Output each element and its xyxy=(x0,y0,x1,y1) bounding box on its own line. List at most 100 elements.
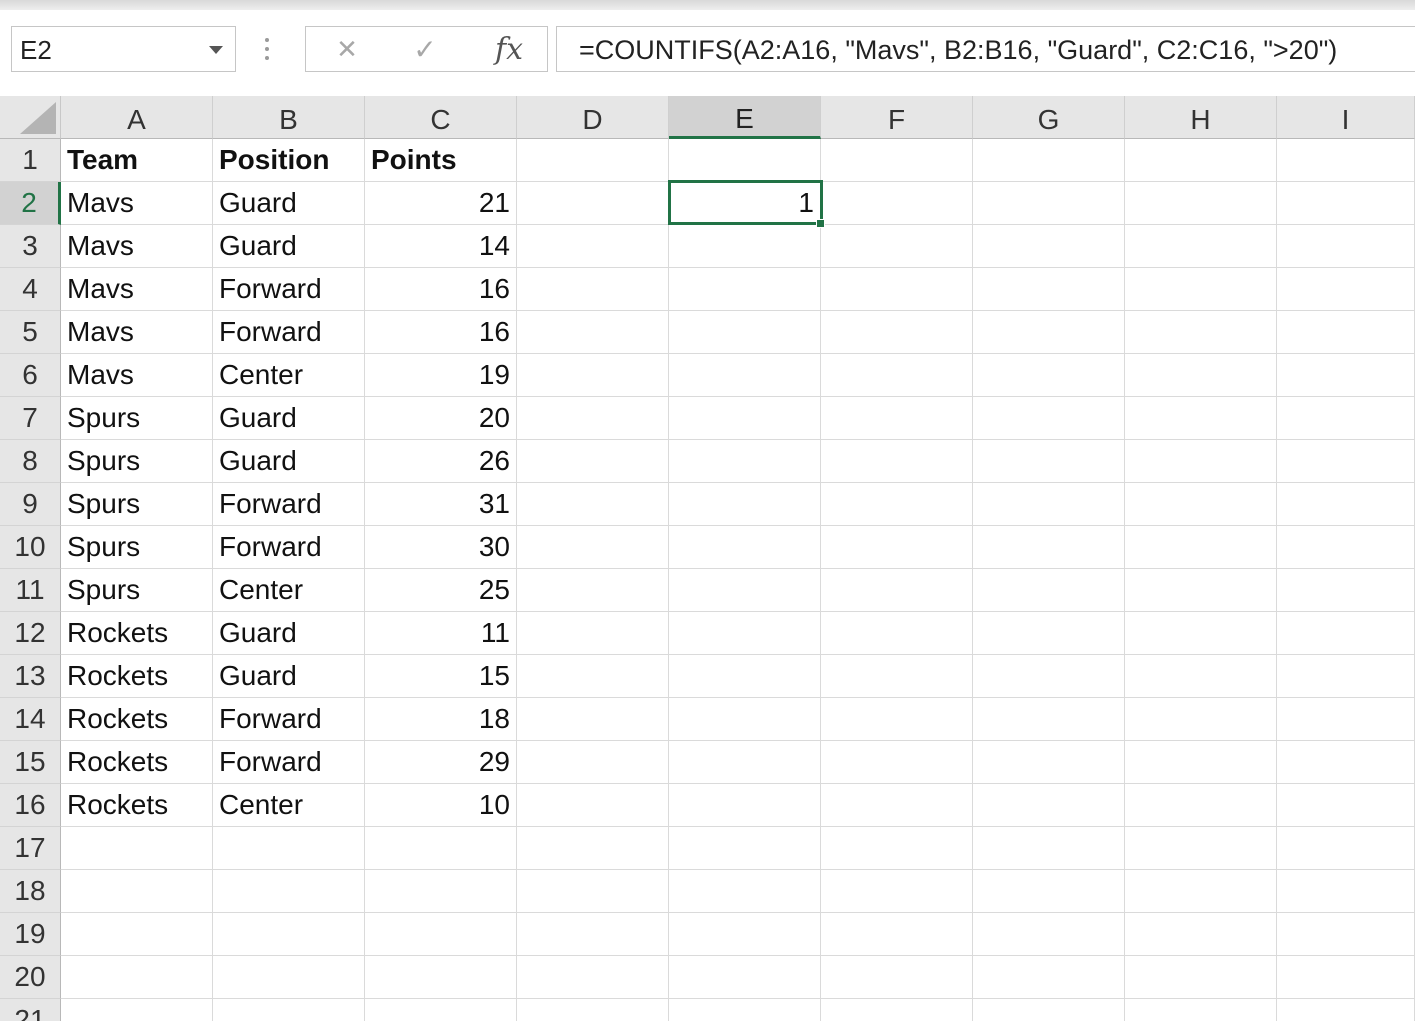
cell-d7[interactable] xyxy=(517,397,669,440)
cell-b21[interactable] xyxy=(213,999,365,1021)
cell-f2[interactable] xyxy=(821,182,973,225)
enter-icon[interactable]: ✓ xyxy=(392,27,458,71)
cell-f13[interactable] xyxy=(821,655,973,698)
cell-i11[interactable] xyxy=(1277,569,1415,612)
cell-e1[interactable] xyxy=(669,139,821,182)
cell-d9[interactable] xyxy=(517,483,669,526)
fill-handle[interactable] xyxy=(816,219,825,228)
cell-h12[interactable] xyxy=(1125,612,1277,655)
cell-h18[interactable] xyxy=(1125,870,1277,913)
cell-a21[interactable] xyxy=(61,999,213,1021)
cell-g12[interactable] xyxy=(973,612,1125,655)
cell-d1[interactable] xyxy=(517,139,669,182)
cell-f18[interactable] xyxy=(821,870,973,913)
cell-c16[interactable]: 10 xyxy=(365,784,517,827)
cell-b3[interactable]: Guard xyxy=(213,225,365,268)
row-header-2[interactable]: 2 xyxy=(0,182,61,225)
cell-b1[interactable]: Position xyxy=(213,139,365,182)
cell-f10[interactable] xyxy=(821,526,973,569)
cell-g14[interactable] xyxy=(973,698,1125,741)
row-header-3[interactable]: 3 xyxy=(0,225,61,268)
cell-c20[interactable] xyxy=(365,956,517,999)
cell-e6[interactable] xyxy=(669,354,821,397)
drag-handle-icon[interactable] xyxy=(264,38,270,64)
cell-i16[interactable] xyxy=(1277,784,1415,827)
cell-b5[interactable]: Forward xyxy=(213,311,365,354)
cell-h20[interactable] xyxy=(1125,956,1277,999)
cell-i12[interactable] xyxy=(1277,612,1415,655)
cell-i17[interactable] xyxy=(1277,827,1415,870)
cell-d12[interactable] xyxy=(517,612,669,655)
cell-d2[interactable] xyxy=(517,182,669,225)
cell-h2[interactable] xyxy=(1125,182,1277,225)
cell-f15[interactable] xyxy=(821,741,973,784)
cell-c9[interactable]: 31 xyxy=(365,483,517,526)
cell-c11[interactable]: 25 xyxy=(365,569,517,612)
cancel-icon[interactable]: ✕ xyxy=(314,27,380,71)
cell-a3[interactable]: Mavs xyxy=(61,225,213,268)
cell-g10[interactable] xyxy=(973,526,1125,569)
cell-h21[interactable] xyxy=(1125,999,1277,1021)
cell-i15[interactable] xyxy=(1277,741,1415,784)
cell-b9[interactable]: Forward xyxy=(213,483,365,526)
cell-a14[interactable]: Rockets xyxy=(61,698,213,741)
chevron-down-icon[interactable] xyxy=(209,46,223,54)
formula-input[interactable]: =COUNTIFS(A2:A16, "Mavs", B2:B16, "Guard… xyxy=(556,26,1415,72)
row-header-15[interactable]: 15 xyxy=(0,741,61,784)
cell-b6[interactable]: Center xyxy=(213,354,365,397)
cell-c3[interactable]: 14 xyxy=(365,225,517,268)
cell-g6[interactable] xyxy=(973,354,1125,397)
cell-c5[interactable]: 16 xyxy=(365,311,517,354)
cell-d16[interactable] xyxy=(517,784,669,827)
row-header-21[interactable]: 21 xyxy=(0,999,61,1021)
cell-i18[interactable] xyxy=(1277,870,1415,913)
cell-a9[interactable]: Spurs xyxy=(61,483,213,526)
cell-a2[interactable]: Mavs xyxy=(61,182,213,225)
cell-g1[interactable] xyxy=(973,139,1125,182)
cell-d13[interactable] xyxy=(517,655,669,698)
cell-a13[interactable]: Rockets xyxy=(61,655,213,698)
row-header-4[interactable]: 4 xyxy=(0,268,61,311)
cell-a12[interactable]: Rockets xyxy=(61,612,213,655)
cell-f9[interactable] xyxy=(821,483,973,526)
cell-i5[interactable] xyxy=(1277,311,1415,354)
cell-g9[interactable] xyxy=(973,483,1125,526)
cell-h6[interactable] xyxy=(1125,354,1277,397)
cell-a10[interactable]: Spurs xyxy=(61,526,213,569)
cell-d10[interactable] xyxy=(517,526,669,569)
cell-h8[interactable] xyxy=(1125,440,1277,483)
cell-b10[interactable]: Forward xyxy=(213,526,365,569)
cell-a1[interactable]: Team xyxy=(61,139,213,182)
cell-h15[interactable] xyxy=(1125,741,1277,784)
row-header-1[interactable]: 1 xyxy=(0,139,61,182)
cell-g11[interactable] xyxy=(973,569,1125,612)
row-header-10[interactable]: 10 xyxy=(0,526,61,569)
cell-g2[interactable] xyxy=(973,182,1125,225)
cell-f3[interactable] xyxy=(821,225,973,268)
cell-e18[interactable] xyxy=(669,870,821,913)
cell-g20[interactable] xyxy=(973,956,1125,999)
cell-a6[interactable]: Mavs xyxy=(61,354,213,397)
cell-b12[interactable]: Guard xyxy=(213,612,365,655)
row-header-9[interactable]: 9 xyxy=(0,483,61,526)
cell-h7[interactable] xyxy=(1125,397,1277,440)
column-header-g[interactable]: G xyxy=(973,96,1125,139)
column-header-i[interactable]: I xyxy=(1277,96,1415,139)
cell-h13[interactable] xyxy=(1125,655,1277,698)
cell-i10[interactable] xyxy=(1277,526,1415,569)
cell-f7[interactable] xyxy=(821,397,973,440)
cell-c19[interactable] xyxy=(365,913,517,956)
cell-d3[interactable] xyxy=(517,225,669,268)
cell-g16[interactable] xyxy=(973,784,1125,827)
cell-b17[interactable] xyxy=(213,827,365,870)
cell-i13[interactable] xyxy=(1277,655,1415,698)
cell-c12[interactable]: 11 xyxy=(365,612,517,655)
cell-h10[interactable] xyxy=(1125,526,1277,569)
cell-d8[interactable] xyxy=(517,440,669,483)
row-header-16[interactable]: 16 xyxy=(0,784,61,827)
cell-e11[interactable] xyxy=(669,569,821,612)
cell-f16[interactable] xyxy=(821,784,973,827)
cell-h11[interactable] xyxy=(1125,569,1277,612)
cell-f19[interactable] xyxy=(821,913,973,956)
cell-i3[interactable] xyxy=(1277,225,1415,268)
